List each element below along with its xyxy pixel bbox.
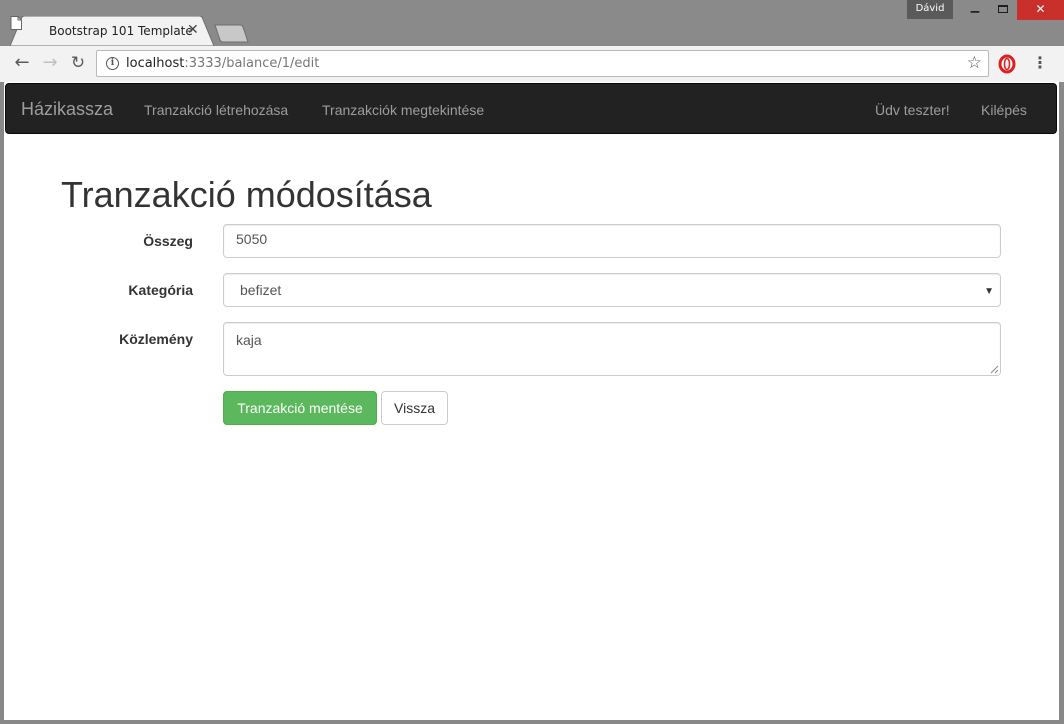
navbar-brand[interactable]: Házikassza bbox=[21, 99, 113, 120]
nav-welcome[interactable]: Üdv teszter! bbox=[875, 102, 950, 118]
browser-tab[interactable]: Bootstrap 101 Template ✕ bbox=[10, 16, 214, 46]
url-text[interactable]: localhost:3333/balance/1/edit bbox=[126, 56, 319, 71]
tab-close-icon[interactable]: ✕ bbox=[187, 22, 199, 38]
opera-extension-icon[interactable] bbox=[998, 54, 1016, 74]
back-button[interactable]: Vissza bbox=[381, 391, 448, 425]
page-icon bbox=[10, 16, 22, 30]
reload-icon[interactable]: ↻ bbox=[66, 52, 90, 76]
note-label: Közlemény bbox=[119, 331, 193, 347]
address-bar[interactable]: i localhost:3333/balance/1/edit ☆ bbox=[96, 50, 989, 77]
tab-title: Bootstrap 101 Template bbox=[49, 24, 193, 38]
category-label: Kategória bbox=[128, 282, 193, 298]
profile-name[interactable]: Dávid bbox=[907, 0, 953, 19]
window-titlebar: Dávid ▁ ✕ Bootstrap 101 Template ✕ bbox=[0, 0, 1064, 46]
amount-label: Összeg bbox=[143, 233, 193, 249]
nav-create-transaction[interactable]: Tranzakció létrehozása bbox=[144, 102, 288, 118]
info-icon[interactable]: i bbox=[106, 57, 119, 70]
minimize-icon[interactable]: ▁ bbox=[960, 0, 990, 20]
nav-view-transactions[interactable]: Tranzakciók megtekintése bbox=[322, 102, 484, 118]
save-transaction-button[interactable]: Tranzakció mentése bbox=[223, 391, 377, 425]
nav-logout[interactable]: Kilépés bbox=[981, 102, 1027, 118]
forward-arrow-icon[interactable]: → bbox=[38, 52, 62, 76]
new-tab-button[interactable] bbox=[214, 24, 250, 44]
maximize-icon[interactable] bbox=[990, 0, 1016, 20]
resize-handle-icon[interactable] bbox=[990, 365, 999, 374]
note-value: kaja bbox=[236, 332, 262, 348]
back-arrow-icon[interactable]: ← bbox=[10, 52, 34, 76]
window-close-icon[interactable]: ✕ bbox=[1017, 0, 1064, 20]
browser-menu-icon[interactable]: ⋮ bbox=[1030, 52, 1050, 76]
category-selected-value: befizet bbox=[240, 282, 282, 298]
note-textarea[interactable]: kaja bbox=[223, 322, 1001, 376]
page-title: Tranzakció módosítása bbox=[61, 174, 432, 215]
amount-input[interactable]: 5050 bbox=[223, 224, 1001, 258]
category-select[interactable]: befizet ▼ bbox=[223, 273, 1001, 307]
browser-toolbar: ← → ↻ i localhost:3333/balance/1/edit ☆ bbox=[0, 46, 1064, 82]
bookmark-star-icon[interactable]: ☆ bbox=[967, 53, 982, 73]
chevron-down-icon: ▼ bbox=[984, 286, 994, 297]
navbar: Házikassza Tranzakció létrehozása Tranza… bbox=[5, 83, 1057, 134]
page-viewport: Házikassza Tranzakció létrehozása Tranza… bbox=[4, 82, 1059, 720]
